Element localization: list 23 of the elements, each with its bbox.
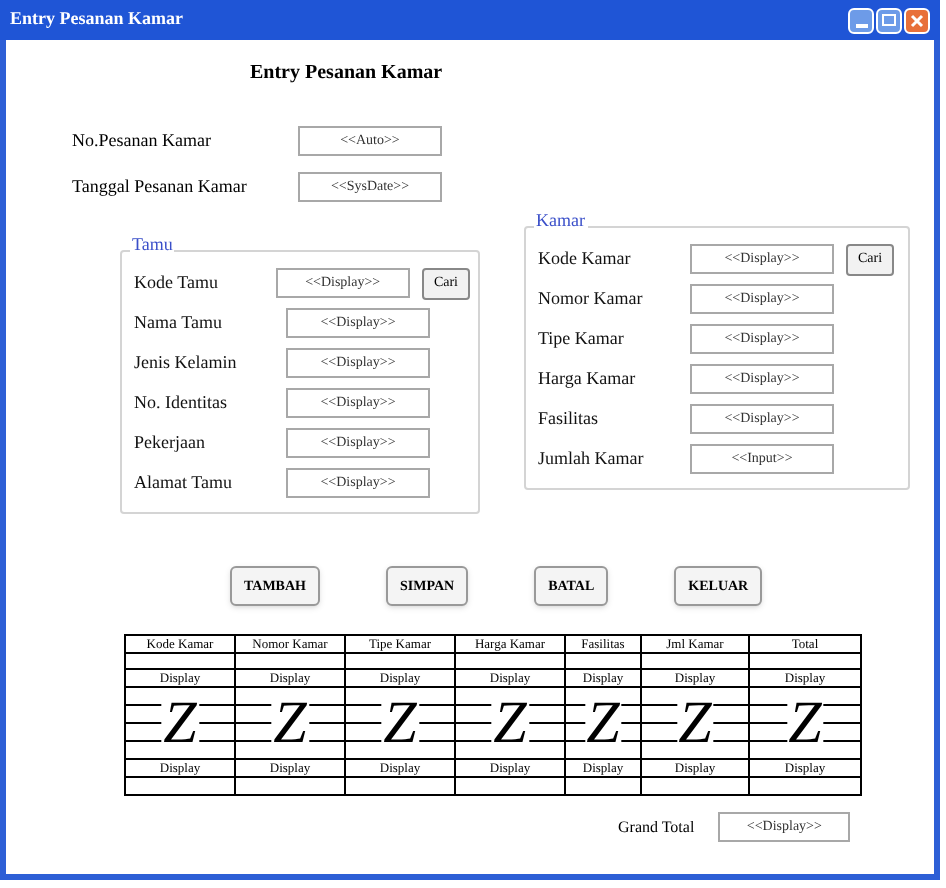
form-heading: Entry Pesanan Kamar xyxy=(250,60,445,88)
field-label: Tanggal Pesanan Kamar xyxy=(72,173,249,200)
field-label: No.Pesanan Kamar xyxy=(72,127,213,154)
field-label: Pekerjaan xyxy=(134,429,207,456)
field-label: Tipe Kamar xyxy=(538,325,626,352)
field-label: Jenis Kelamin xyxy=(134,349,239,376)
field-label: Alamat Tamu xyxy=(134,469,234,496)
window-title: Entry Pesanan Kamar xyxy=(10,6,183,33)
close-button[interactable] xyxy=(904,7,930,33)
field-label: Fasilitas xyxy=(538,405,601,432)
field-label: Nama Tamu xyxy=(134,309,224,336)
group-title: Tamu xyxy=(130,236,175,254)
field-label: Nomor Kamar xyxy=(538,285,645,312)
field-label: Jumlah Kamar xyxy=(538,445,646,472)
field-label: No. Identitas xyxy=(134,389,229,416)
group-title: Kamar xyxy=(534,212,587,230)
field-label: Kode Kamar xyxy=(538,245,633,272)
field-label: Kode Tamu xyxy=(134,269,220,296)
close-icon xyxy=(910,13,924,27)
field-label: Harga Kamar xyxy=(538,365,638,392)
grand-total-label: Grand Total xyxy=(618,815,695,839)
minimize-button[interactable] xyxy=(848,7,874,33)
maximize-button[interactable] xyxy=(876,7,902,33)
